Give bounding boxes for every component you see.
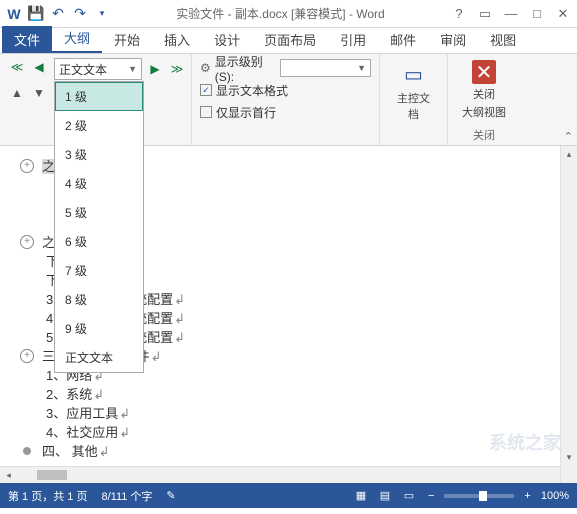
outline-plus-icon[interactable]	[20, 235, 34, 249]
promote-icon[interactable]: ◀	[30, 58, 48, 76]
status-words[interactable]: 8/111 个字	[101, 488, 152, 504]
doc-line[interactable]: 4、社交应用↲	[20, 422, 577, 441]
scroll-thumb[interactable]	[37, 470, 67, 480]
zoom-in-icon[interactable]: +	[524, 490, 530, 502]
doc-text: 4、社交应用↲	[46, 422, 130, 441]
show-format-label: 显示文本格式	[216, 82, 288, 99]
tab-layout[interactable]: 页面布局	[252, 26, 328, 53]
chevron-down-icon: ▼	[357, 63, 366, 73]
close-outline-button[interactable]: ✕ 关闭 大纲视图	[456, 58, 512, 122]
view-print-icon[interactable]: ▤	[376, 489, 394, 502]
doc-line[interactable]: 四、 其他↲	[20, 441, 577, 460]
move-up-icon[interactable]: ▲	[8, 84, 26, 102]
close-label-1: 关闭	[473, 86, 495, 102]
redo-icon[interactable]: ↷	[72, 6, 88, 22]
doc-text: 3、应用工具↲	[46, 403, 130, 422]
outline-arrow-cluster: ≪ ◀ ▲ ▼	[8, 58, 48, 102]
word-app-icon[interactable]: W	[6, 6, 22, 22]
scroll-down-icon[interactable]: ▾	[561, 449, 577, 466]
window-title: 实验文件 - 副本.docx [兼容模式] - Word	[110, 5, 451, 22]
save-icon[interactable]: 💾	[28, 6, 44, 22]
scroll-left-icon[interactable]: ◂	[0, 467, 17, 483]
ribbon-group-close: ✕ 关闭 大纲视图 关闭	[448, 54, 520, 145]
qat-dropdown-icon[interactable]: ▾	[94, 6, 110, 22]
tab-home[interactable]: 开始	[102, 26, 152, 53]
promote-top-icon[interactable]: ≪	[8, 58, 26, 76]
undo-icon[interactable]: ↶	[50, 6, 66, 22]
window-controls: ? ▭ — □ ✕	[451, 6, 571, 22]
demote-icon[interactable]: ▶	[146, 60, 164, 78]
ribbon-tabs: 文件 大纲 开始 插入 设计 页面布局 引用 邮件 审阅 视图	[0, 28, 577, 54]
demote-body-icon[interactable]: ≫	[168, 60, 186, 78]
show-level-label: 显示级别(S):	[215, 53, 276, 84]
vertical-scrollbar[interactable]: ▴ ▾	[560, 146, 577, 483]
dropdown-item-level3[interactable]: 3 级	[55, 140, 143, 169]
tab-outline[interactable]: 大纲	[52, 24, 102, 53]
scroll-up-icon[interactable]: ▴	[561, 146, 577, 163]
ribbon-options-icon[interactable]: ▭	[477, 6, 493, 22]
show-level-combo[interactable]: ▼	[280, 59, 371, 77]
dropdown-item-level5[interactable]: 5 级	[55, 198, 143, 227]
show-firstline-checkbox[interactable]	[200, 106, 212, 118]
tab-references[interactable]: 引用	[328, 26, 378, 53]
view-web-icon[interactable]: ▭	[400, 489, 418, 502]
status-page[interactable]: 第 1 页，共 1 页	[8, 488, 87, 504]
master-doc-label: 主控文档	[394, 90, 433, 122]
dropdown-item-level4[interactable]: 4 级	[55, 169, 143, 198]
dropdown-item-bodytext[interactable]: 正文文本	[55, 343, 143, 372]
ribbon: ≪ ◀ ▲ ▼ 正文文本 ▼ 1 级 2 级	[0, 54, 577, 146]
view-mode-icons: ▦ ▤ ▭	[352, 489, 418, 502]
close-label-2: 大纲视图	[462, 104, 506, 120]
show-level-icon: ⚙	[200, 61, 211, 75]
ribbon-group-master: ▭ 主控文档	[380, 54, 448, 145]
close-window-icon[interactable]: ✕	[555, 6, 571, 22]
outline-level-combo[interactable]: 正文文本 ▼ 1 级 2 级 3 级 4 级 5 级 6 级 7 级 8 级	[54, 58, 142, 80]
maximize-icon[interactable]: □	[529, 6, 545, 22]
dropdown-item-level2[interactable]: 2 级	[55, 111, 143, 140]
dropdown-item-level1[interactable]: 1 级	[55, 82, 143, 111]
tab-insert[interactable]: 插入	[152, 26, 202, 53]
tab-mailings[interactable]: 邮件	[378, 26, 428, 53]
ribbon-group-show: ⚙ 显示级别(S): ▼ ✓ 显示文本格式 仅显示首行	[192, 54, 380, 145]
tab-review[interactable]: 审阅	[428, 26, 478, 53]
ribbon-group-outline-tools: ≪ ◀ ▲ ▼ 正文文本 ▼ 1 级 2 级	[0, 54, 192, 145]
horizontal-scrollbar[interactable]: ◂	[0, 466, 560, 483]
show-format-checkbox[interactable]: ✓	[200, 84, 212, 96]
zoom-slider[interactable]	[444, 494, 514, 498]
collapse-ribbon-icon[interactable]: ⌃	[564, 130, 573, 143]
zoom-out-icon[interactable]: −	[428, 490, 434, 502]
show-firstline-label: 仅显示首行	[216, 104, 276, 121]
tab-view[interactable]: 视图	[478, 26, 528, 53]
tab-design[interactable]: 设计	[202, 26, 252, 53]
dropdown-item-level8[interactable]: 8 级	[55, 285, 143, 314]
statusbar: 第 1 页，共 1 页 8/111 个字 ✎ ▦ ▤ ▭ − + 100%	[0, 483, 577, 508]
dropdown-item-level9[interactable]: 9 级	[55, 314, 143, 343]
zoom-value[interactable]: 100%	[541, 490, 569, 502]
doc-line[interactable]: 2、系统↲	[20, 384, 577, 403]
help-icon[interactable]: ?	[451, 6, 467, 22]
doc-text: 四、 其他↲	[42, 441, 110, 460]
close-icon: ✕	[472, 60, 496, 84]
view-read-icon[interactable]: ▦	[352, 489, 370, 502]
master-doc-button[interactable]: ▭ 主控文档	[388, 58, 439, 124]
outline-dot-icon	[23, 447, 31, 455]
quick-access-toolbar: W 💾 ↶ ↷ ▾	[6, 6, 110, 22]
group-label-show	[200, 141, 371, 143]
doc-text: 2、系统↲	[46, 384, 104, 403]
group-label-close: 关闭	[456, 125, 512, 143]
outline-plus-icon[interactable]	[20, 349, 34, 363]
tab-file[interactable]: 文件	[2, 26, 52, 53]
doc-line[interactable]: 3、应用工具↲	[20, 403, 577, 422]
dropdown-item-level7[interactable]: 7 级	[55, 256, 143, 285]
outline-level-dropdown: 1 级 2 级 3 级 4 级 5 级 6 级 7 级 8 级 9 级 正文文本	[54, 81, 144, 373]
move-down-icon[interactable]: ▼	[30, 84, 48, 102]
master-doc-icon: ▭	[400, 60, 428, 88]
outline-plus-icon[interactable]	[20, 159, 34, 173]
status-proofing-icon[interactable]: ✎	[166, 489, 175, 502]
chevron-down-icon: ▼	[128, 64, 137, 74]
outline-level-value: 正文文本	[59, 61, 107, 78]
minimize-icon[interactable]: —	[503, 6, 519, 22]
dropdown-item-level6[interactable]: 6 级	[55, 227, 143, 256]
